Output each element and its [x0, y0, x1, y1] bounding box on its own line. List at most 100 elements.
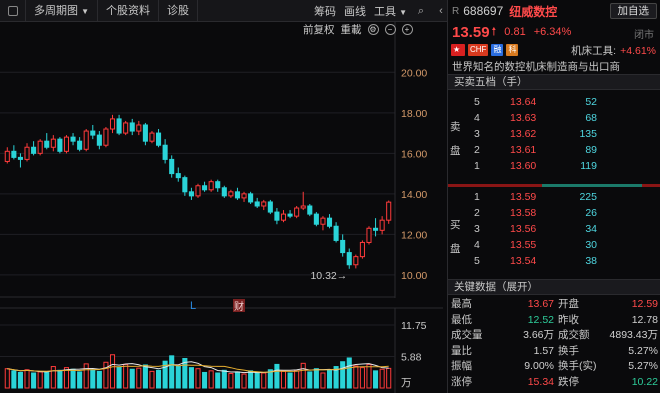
search-icon[interactable]: ⌕ — [413, 3, 429, 19]
tag-star[interactable]: 科 — [506, 44, 519, 56]
event-marker-l: L — [190, 300, 196, 312]
buy-level: 4 — [474, 239, 480, 251]
current-price: 13.59 — [452, 23, 490, 41]
candle-body — [373, 227, 379, 231]
volume-bar — [202, 371, 208, 389]
stock-info-button[interactable]: 个股资料 — [98, 0, 159, 22]
y-tick-label: 14.00 — [401, 189, 427, 201]
kline-chart[interactable]: 20.00 18.00 16.00 14.00 12.00 10.00 11.75 5.88 万… — [0, 22, 443, 393]
chart-subtools: 前复权 重載 ⚙ − + — [303, 22, 413, 36]
key-data-label: 涨停 — [451, 375, 472, 388]
chevron-down-icon: ▼ — [399, 8, 407, 17]
key-data-value: 15.34 — [527, 375, 554, 388]
zoom-out-icon[interactable]: − — [384, 23, 396, 35]
tag-chf[interactable]: CHF — [468, 44, 489, 56]
diagnose-button[interactable]: 诊股 — [159, 0, 198, 22]
zoom-in-icon[interactable]: + — [401, 23, 413, 35]
volume-bar — [208, 370, 214, 389]
key-data-label: 最高 — [451, 298, 472, 310]
volume-bar — [96, 370, 102, 389]
candle-body — [57, 138, 63, 152]
sector-label: 机床工具: — [571, 45, 617, 57]
candle-body — [241, 193, 247, 199]
y-tick-label: 18.00 — [401, 108, 427, 120]
candle-body — [50, 138, 56, 148]
candle-body — [116, 118, 122, 134]
overlay-button[interactable]: 重載 — [341, 22, 362, 37]
event-marker-finance: 财 — [234, 300, 244, 313]
candle-body — [31, 146, 37, 154]
candle-body — [280, 213, 287, 221]
draw-line-button[interactable]: 画线 — [340, 3, 370, 19]
buy-price: 13.59 — [510, 191, 537, 203]
candle-body — [129, 122, 135, 132]
buy-row-2[interactable]: 2 13.58 26 — [448, 205, 660, 221]
candle-body — [142, 124, 148, 142]
volume-bar — [274, 363, 280, 389]
volume-bar — [57, 369, 63, 389]
add-favorite-button[interactable]: 加自选 — [609, 3, 657, 19]
key-data-value: 3.66万 — [523, 329, 554, 341]
volume-bar — [31, 372, 37, 389]
volume-bar — [254, 371, 260, 389]
buy-row-3[interactable]: 3 13.56 34 — [448, 221, 660, 237]
candle-body — [182, 177, 188, 193]
sell-row-2[interactable]: 2 13.61 89 — [448, 142, 660, 158]
volume-bar — [123, 363, 129, 389]
settings-icon[interactable]: ⚙ — [367, 23, 379, 35]
sector-info[interactable]: 机床工具: +4.61% — [571, 43, 656, 58]
volume-bar — [280, 370, 287, 389]
sell-row-1[interactable]: 1 13.60 119 — [448, 158, 660, 174]
key-data-label: 成交额 — [558, 329, 590, 341]
candle-body — [248, 193, 254, 203]
pre-adjust-button[interactable]: 前复权 — [303, 22, 335, 37]
key-data-row: 成交量 3.66万 成交额 4893.43万 — [448, 328, 660, 343]
multi-period-button[interactable]: 多周期图 ▼ — [26, 0, 98, 22]
kline-chart-area[interactable]: 20.00 18.00 16.00 14.00 12.00 10.00 11.75 5.88 万… — [0, 22, 443, 393]
buy-level: 5 — [474, 255, 480, 267]
price-row: 13.59 🠕 0.81 +6.34% — [448, 22, 660, 42]
sell-volume: 119 — [580, 160, 597, 172]
volume-bar — [379, 368, 385, 389]
buy-row-1[interactable]: 1 13.59 225 — [448, 189, 660, 205]
volume-bar — [24, 369, 30, 389]
stock-name[interactable]: 纽威数控 — [509, 3, 557, 20]
tools-button[interactable]: 工具 ▼ — [370, 3, 411, 19]
sell-price: 13.61 — [510, 144, 537, 156]
sell-price: 13.62 — [510, 128, 537, 140]
candle-body — [4, 150, 10, 162]
candle-body — [261, 201, 267, 207]
volume-bar — [261, 372, 267, 389]
tag-margin[interactable]: 融 — [491, 44, 504, 56]
buy-row-4[interactable]: 4 13.55 30 — [448, 237, 660, 253]
grid-layout-icon[interactable] — [0, 0, 26, 22]
candle-body — [359, 241, 365, 258]
key-data-value: 10.22 — [631, 375, 658, 388]
key-data-label: 最低 — [451, 313, 472, 326]
key-data-label: 跌停 — [558, 375, 579, 388]
volume-bar — [70, 368, 76, 389]
r-label: R — [452, 5, 460, 17]
volume-bar — [83, 363, 89, 389]
sell-row-4[interactable]: 4 13.63 68 — [448, 110, 660, 126]
candle-body — [274, 211, 280, 221]
sell-price: 13.63 — [510, 112, 537, 124]
volume-bar — [215, 372, 221, 389]
candle-body — [313, 213, 319, 225]
candle-body — [103, 128, 109, 146]
volume-tick-label: 11.75 — [401, 320, 427, 332]
buy-price: 13.58 — [510, 207, 537, 219]
buy-row-5[interactable]: 5 13.54 38 — [448, 253, 660, 269]
volume-bar — [359, 367, 365, 389]
volume-bar — [11, 370, 17, 389]
volume-bar — [366, 363, 372, 389]
sell-row-5[interactable]: 5 13.64 52 — [448, 94, 660, 110]
volume-bar — [4, 368, 10, 389]
volume-bar — [116, 366, 122, 389]
sell-row-3[interactable]: 3 13.62 135 — [448, 126, 660, 142]
key-data-title[interactable]: 关键数据（展开） — [448, 279, 660, 295]
key-data-label: 开盘 — [558, 298, 579, 310]
sell-volume: 89 — [585, 144, 597, 156]
chips-button[interactable]: 筹码 — [310, 3, 340, 19]
volume-bar — [50, 366, 56, 389]
